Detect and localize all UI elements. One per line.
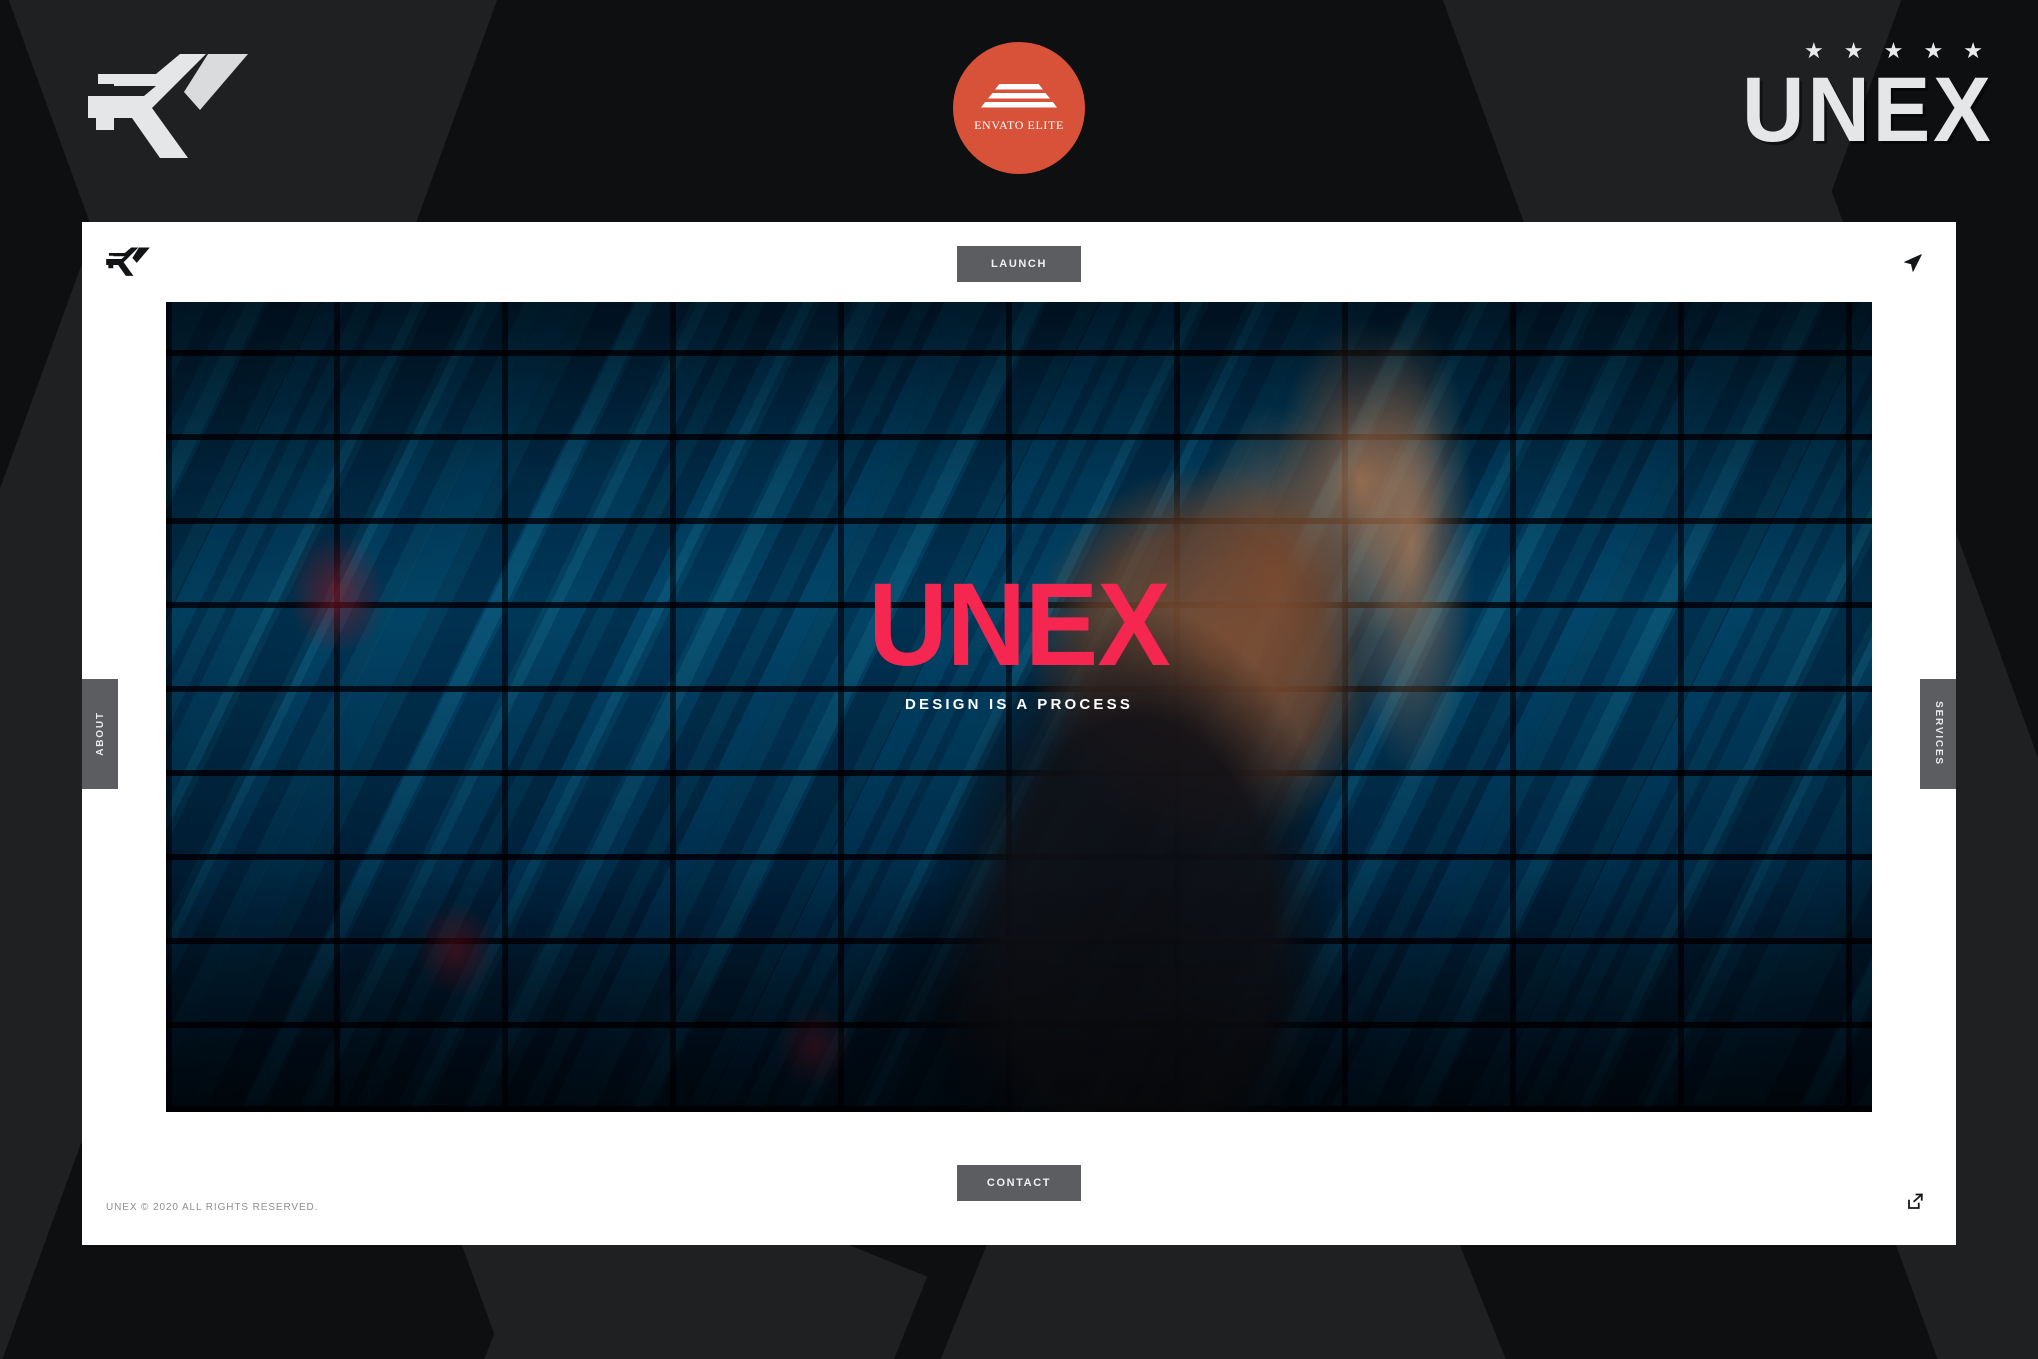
brand-strip: ENVATO ELITE ★ ★ ★ ★ ★ UNEX (0, 0, 2038, 222)
sidebar-item-services-label: SERVICES (1932, 701, 1944, 766)
external-link-icon[interactable] (1900, 1187, 1930, 1217)
hero-subtitle: DESIGN IS A PROCESS (904, 695, 1134, 713)
presentation-backdrop: ENVATO ELITE ★ ★ ★ ★ ★ UNEX LAUNCH UNEX … (0, 0, 2038, 1359)
envato-pyramid-icon (995, 83, 1043, 90)
envato-pyramid-icon (981, 101, 1057, 108)
brand-right-group: ★ ★ ★ ★ ★ UNEX (1726, 40, 1994, 161)
hero-title: UNEX (868, 559, 1170, 692)
sidebar-item-about-label: ABOUT (94, 711, 106, 756)
sidebar-item-services[interactable]: SERVICES (1920, 678, 1956, 789)
contact-button[interactable]: CONTACT (957, 1165, 1081, 1201)
hero-caption: UNEX DESIGN IS A PROCESS (166, 559, 1872, 713)
website-preview-frame: LAUNCH UNEX DESIGN IS A PROCESS ABOUT SE… (82, 222, 1956, 1245)
brand-wordmark: UNEX (1742, 59, 1994, 161)
envato-pyramid-icon (988, 92, 1050, 99)
launch-button[interactable]: LAUNCH (957, 246, 1081, 282)
copyright-text: UNEX © 2020 ALL RIGHTS RESERVED. (106, 1202, 319, 1213)
hero-image: UNEX DESIGN IS A PROCESS (166, 302, 1872, 1112)
paper-plane-icon[interactable] (1896, 246, 1930, 280)
ex-logo-icon[interactable] (106, 247, 150, 277)
envato-elite-badge: ENVATO ELITE (953, 42, 1085, 174)
site-footer: UNEX © 2020 ALL RIGHTS RESERVED. CONTACT (82, 1145, 1956, 1245)
envato-elite-label: ENVATO ELITE (974, 117, 1064, 132)
ex-logo-icon (88, 52, 248, 162)
site-header: LAUNCH (82, 222, 1956, 302)
sidebar-item-about[interactable]: ABOUT (82, 678, 118, 789)
